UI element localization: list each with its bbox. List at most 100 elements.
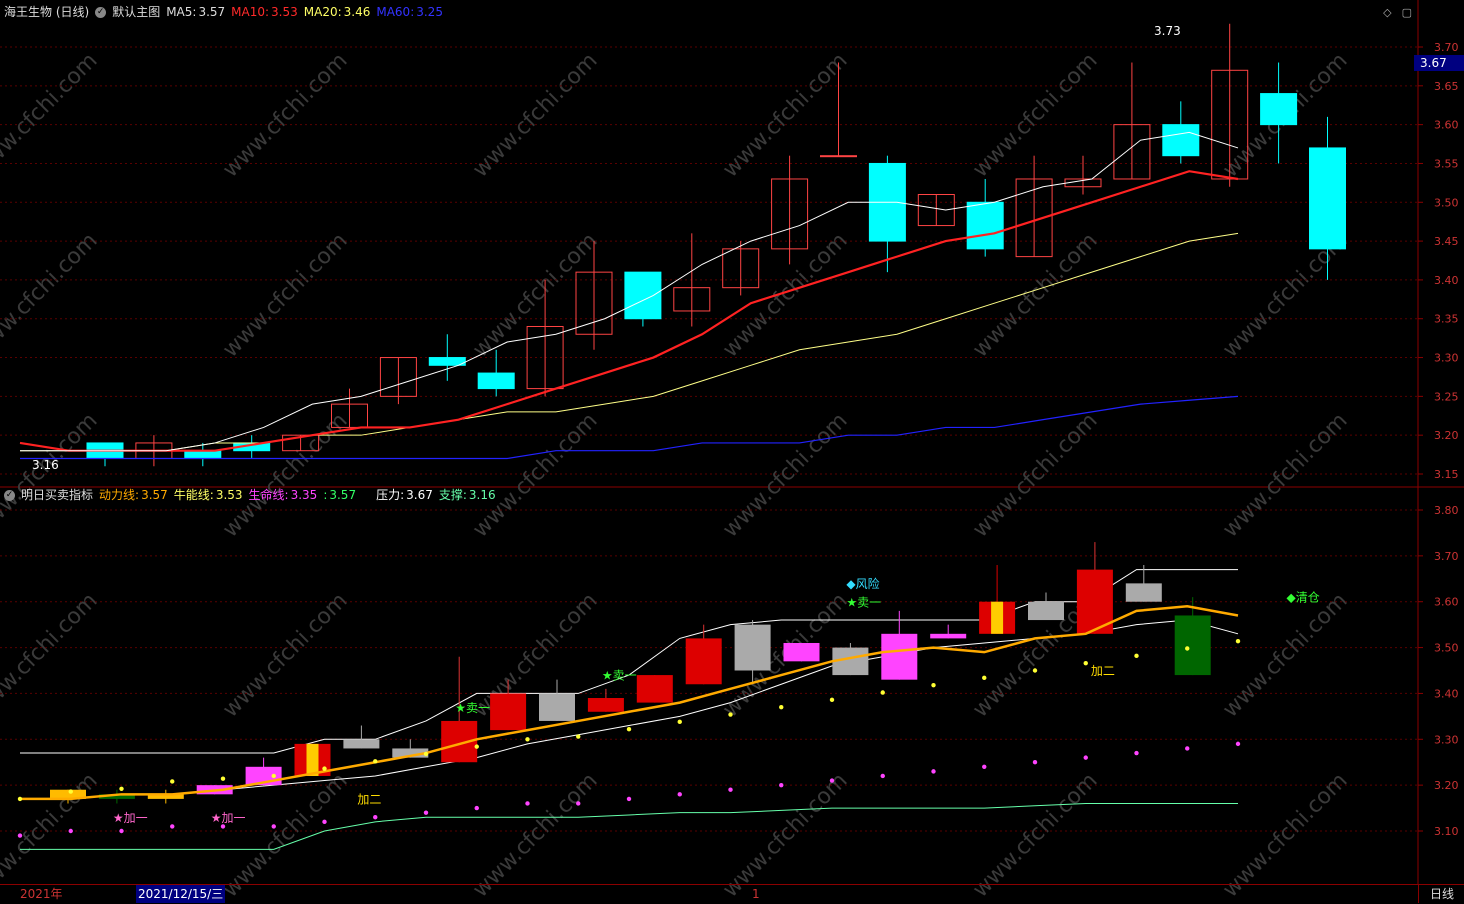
- niuneng-dot: [322, 766, 327, 771]
- indicator-candle: [930, 633, 967, 639]
- price-tick-label: 3.70: [1434, 41, 1459, 54]
- indicator-header: ✓ 明日买卖指标 动力线: 3.57 牛能线: 3.53 生命线: 3.35 :3.5…: [4, 486, 502, 504]
- price-tick-label: 3.20: [1434, 429, 1459, 442]
- shengming-dot: [982, 764, 987, 769]
- watermark-text: www.cfchi.com: [468, 408, 602, 542]
- watermark-text: www.cfchi.com: [468, 228, 602, 362]
- shengming-dot: [1134, 750, 1139, 756]
- month-tick-label: 1: [752, 887, 760, 901]
- shengming-dot: [322, 819, 327, 825]
- watermark-text: www.cfchi.com: [1218, 408, 1352, 542]
- settings-icon[interactable]: ✓: [95, 6, 107, 18]
- shengming-dot: [271, 824, 276, 829]
- chart-canvas[interactable]: www.cfchi.com www.cfchi.com www.cfchi.com w…: [0, 0, 1464, 903]
- shengming-dot: [119, 828, 124, 834]
- niuneng-dot: [931, 682, 936, 688]
- candle-body: [477, 372, 515, 390]
- shengming-dot: [220, 824, 226, 829]
- watermark-text: www.cfchi.com: [1218, 588, 1352, 722]
- shengming-dot: [525, 801, 530, 806]
- view-name[interactable]: 默认主图: [112, 3, 160, 21]
- min-price-label: 3.16: [32, 458, 59, 472]
- signal-label: 加二: [357, 792, 381, 806]
- shengming-dot: [68, 828, 73, 834]
- niuneng-dot: [779, 704, 784, 710]
- main-chart-header: 海王生物 (日线) ✓ 默认主图 MA5: 3.57 MA10: 3.53 MA20…: [4, 3, 449, 21]
- stock-title[interactable]: 海王生物 (日线): [4, 3, 89, 21]
- shengming-dot: [373, 815, 378, 820]
- candle-body: [966, 201, 1004, 250]
- indicator-tick-label: 3.20: [1434, 779, 1459, 792]
- shengming-dot: [626, 796, 632, 802]
- watermark-text: www.cfchi.com: [718, 48, 852, 182]
- niuneng-dot: [982, 675, 987, 681]
- indicator-candle-core: [991, 601, 1004, 634]
- watermark-text: www.cfchi.com: [0, 588, 103, 722]
- indicator-tick-label: 3.50: [1434, 642, 1459, 655]
- watermark-text: www.cfchi.com: [0, 228, 103, 362]
- max-price-label: 3.73: [1154, 24, 1181, 38]
- indicator-candle: [1125, 583, 1162, 602]
- period-button[interactable]: 日线: [1418, 885, 1464, 903]
- watermark-text: www.cfchi.com: [218, 408, 352, 542]
- indicator-tick-label: 3.60: [1434, 596, 1459, 609]
- window-controls: ◇ ▢: [1373, 6, 1412, 19]
- indicator-menu-icon[interactable]: ✓: [4, 489, 15, 501]
- indicator-candle-core: [306, 743, 319, 776]
- dongli-value: 3.57: [141, 488, 168, 502]
- diamond-icon[interactable]: ◇: [1383, 6, 1391, 19]
- square-icon[interactable]: ▢: [1402, 6, 1412, 19]
- shengming-dot: [880, 773, 885, 779]
- candle-body: [1260, 93, 1298, 126]
- price-tick-label: 3.25: [1434, 390, 1459, 403]
- time-axis-bar: 2021年 2021/12/15/三 1 日线: [0, 884, 1464, 904]
- price-tick-label: 3.65: [1434, 80, 1459, 93]
- niuneng-dot: [271, 773, 276, 779]
- niuneng-dot: [373, 759, 378, 764]
- candle-body: [1162, 124, 1200, 157]
- current-price-tag: 3.67: [1420, 56, 1447, 70]
- indicator-title[interactable]: 明日买卖指标: [21, 486, 93, 504]
- zhicheng-label: 支撑:: [438, 488, 467, 502]
- candle-body: [624, 271, 662, 320]
- shengming-dot: [931, 769, 936, 774]
- price-tick-label: 3.15: [1434, 468, 1459, 481]
- shengming-dot: [474, 805, 479, 811]
- niuneng-dot: [170, 779, 175, 784]
- niuneng-dot: [1185, 646, 1190, 651]
- price-tick-label: 3.30: [1434, 352, 1459, 365]
- indicator-candle: [587, 698, 624, 712]
- niuneng-value: 3.53: [215, 488, 243, 502]
- shengming-dot: [1083, 755, 1088, 760]
- ma20-label: MA20:: [303, 5, 342, 19]
- candle-body: [1309, 147, 1346, 250]
- niuneng-dot: [1032, 668, 1038, 673]
- watermark-text: www.cfchi.com: [968, 768, 1102, 902]
- year-label: 2021年: [20, 887, 63, 901]
- signal-label: ★加一: [211, 811, 246, 825]
- watermark-text: www.cfchi.com: [0, 48, 103, 182]
- signal-label: ◆风险: [846, 576, 879, 591]
- indicator-candle: [539, 693, 575, 721]
- signal-label: ◆清仓: [1287, 591, 1320, 605]
- yali-label: 压力:: [376, 488, 405, 502]
- niuneng-label: 牛能线:: [173, 488, 214, 502]
- niuneng-dot: [1134, 653, 1139, 659]
- ma5-value: 3.57: [198, 5, 226, 19]
- watermark-text: www.cfchi.com: [718, 768, 852, 902]
- niuneng-dot: [829, 697, 835, 703]
- niuneng-dot: [728, 712, 733, 717]
- shengming-dot: [576, 801, 581, 806]
- niuneng-dot: [525, 737, 530, 742]
- indicator-candle: [636, 675, 673, 703]
- indicator-candle: [881, 633, 918, 680]
- dongli-label: 动力线:: [99, 488, 140, 502]
- watermark-text: www.cfchi.com: [468, 768, 602, 902]
- ma60-value: 3.25: [416, 5, 443, 19]
- price-tick-label: 3.60: [1434, 119, 1459, 132]
- shengming-dot: [1032, 760, 1038, 765]
- watermark-text: www.cfchi.com: [218, 588, 352, 722]
- signal-label: ★卖一: [846, 595, 881, 609]
- niuneng-dot: [626, 726, 632, 732]
- watermark-text: www.cfchi.com: [968, 48, 1102, 182]
